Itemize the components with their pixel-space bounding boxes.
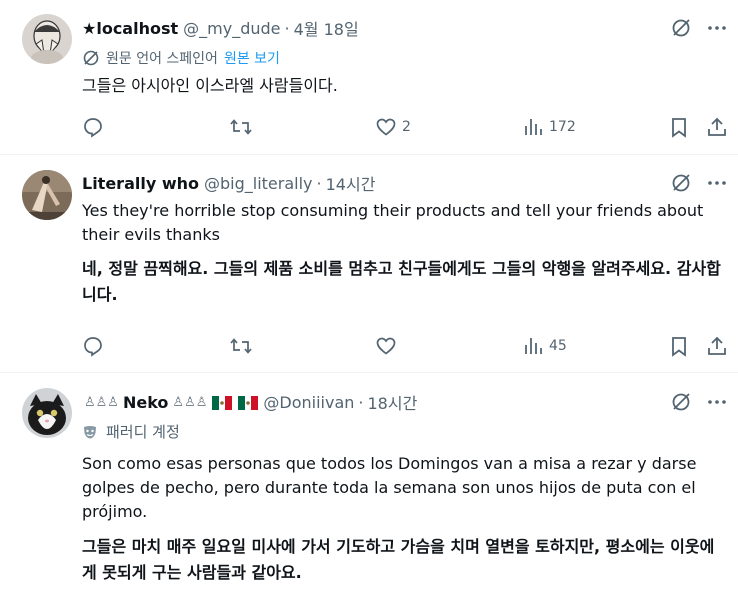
tweet-header: ♙♙♙ Neko ♙♙♙ @Doniiivan · 18시간 [82,390,417,414]
separator-dot: · [358,392,364,412]
views-icon [522,335,544,357]
tweet-top-actions [670,17,728,39]
tweet-text: 그들은 아시아인 이스라엘 사람들이다. [82,76,338,95]
separator-dot: · [284,18,290,38]
timestamp[interactable]: 14시간 [326,171,376,195]
translation-note-text: 원문 언어 스페인어 [106,51,218,67]
reply-icon [82,116,104,138]
translated-text: 그들은 마치 매주 일요일 미사에 가서 기도하고 가슴을 치며 열변을 토하지… [82,537,715,582]
timestamp[interactable]: 4월 18일 [294,16,359,40]
tweet-text: Yes they're horrible stop consuming thei… [82,201,704,244]
translated-text: 네, 정말 끔찍해요. 그들의 제품 소비를 멈추고 친구들에게도 그들의 악행… [82,259,721,304]
like-button[interactable] [375,334,402,358]
timestamp[interactable]: 18시간 [367,390,417,414]
mexico-flag-icon [212,395,233,410]
grok-icon[interactable] [670,17,692,39]
handle[interactable]: @_my_dude [183,19,280,38]
display-name[interactable]: Neko [123,393,168,412]
mexico-flag-icon [238,395,259,410]
views-button[interactable]: 172 [522,115,576,139]
reply-icon [82,335,104,357]
more-icon[interactable] [706,172,728,194]
handle[interactable]: @Doniiivan [263,393,354,412]
tweet-header: Literally who @big_literally · 14시간 [82,171,375,195]
tweet-2[interactable]: Literally who @big_literally · 14시간 Yes … [0,155,738,373]
tweet-actions: 2 172 [82,115,732,139]
parody-mask-icon [82,424,98,440]
name-emoji-prefix: ♙♙♙ [84,394,119,410]
tweet-header: ★localhost @_my_dude · 4월 18일 [82,16,359,40]
views-icon [522,116,544,138]
handle[interactable]: @big_literally [204,174,313,193]
views-button[interactable]: 45 [522,334,567,358]
more-icon[interactable] [706,391,728,413]
grok-icon[interactable] [670,391,692,413]
share-icon [706,335,728,357]
display-name[interactable]: Literally who [82,174,199,193]
bookmark-button[interactable] [668,115,690,139]
name-emoji-suffix: ♙♙♙ [172,394,208,410]
separator-dot: · [316,173,322,193]
reply-button[interactable] [82,334,109,358]
retweet-icon [229,335,253,357]
reply-button[interactable] [82,115,109,139]
view-count: 45 [549,338,567,354]
retweet-icon [229,116,253,138]
bookmark-icon [668,335,690,357]
retweet-button[interactable] [229,115,258,139]
avatar[interactable] [22,388,72,438]
translate-icon [82,49,100,67]
translation-note: 원문 언어 스페인어 원본 보기 [82,48,280,68]
parody-label: 패러디 계정 [82,421,180,442]
retweet-button[interactable] [229,334,258,358]
grok-icon[interactable] [670,172,692,194]
tweet-text: Son como esas personas que todos los Dom… [82,454,697,521]
share-button[interactable] [706,334,728,358]
view-count: 172 [549,119,576,135]
display-name[interactable]: ★localhost [82,19,178,38]
more-icon[interactable] [706,17,728,39]
bookmark-button[interactable] [668,334,690,358]
like-count: 2 [402,119,411,135]
tweet-top-actions [670,172,728,194]
share-icon [706,116,728,138]
avatar[interactable] [22,170,72,220]
avatar[interactable] [22,14,72,64]
tweet-3[interactable]: ♙♙♙ Neko ♙♙♙ @Doniiivan · 18시간 패러디 계정 So… [0,373,738,604]
tweet-actions: 45 [82,334,732,358]
heart-icon [375,335,397,357]
share-button[interactable] [706,115,728,139]
heart-icon [375,116,397,138]
tweet-1[interactable]: ★localhost @_my_dude · 4월 18일 원문 언어 스페인어… [0,0,738,155]
like-button[interactable]: 2 [375,115,411,139]
tweet-top-actions [670,391,728,413]
bookmark-icon [668,116,690,138]
parody-label-text: 패러디 계정 [106,423,180,441]
show-original-link[interactable]: 원본 보기 [224,48,280,68]
